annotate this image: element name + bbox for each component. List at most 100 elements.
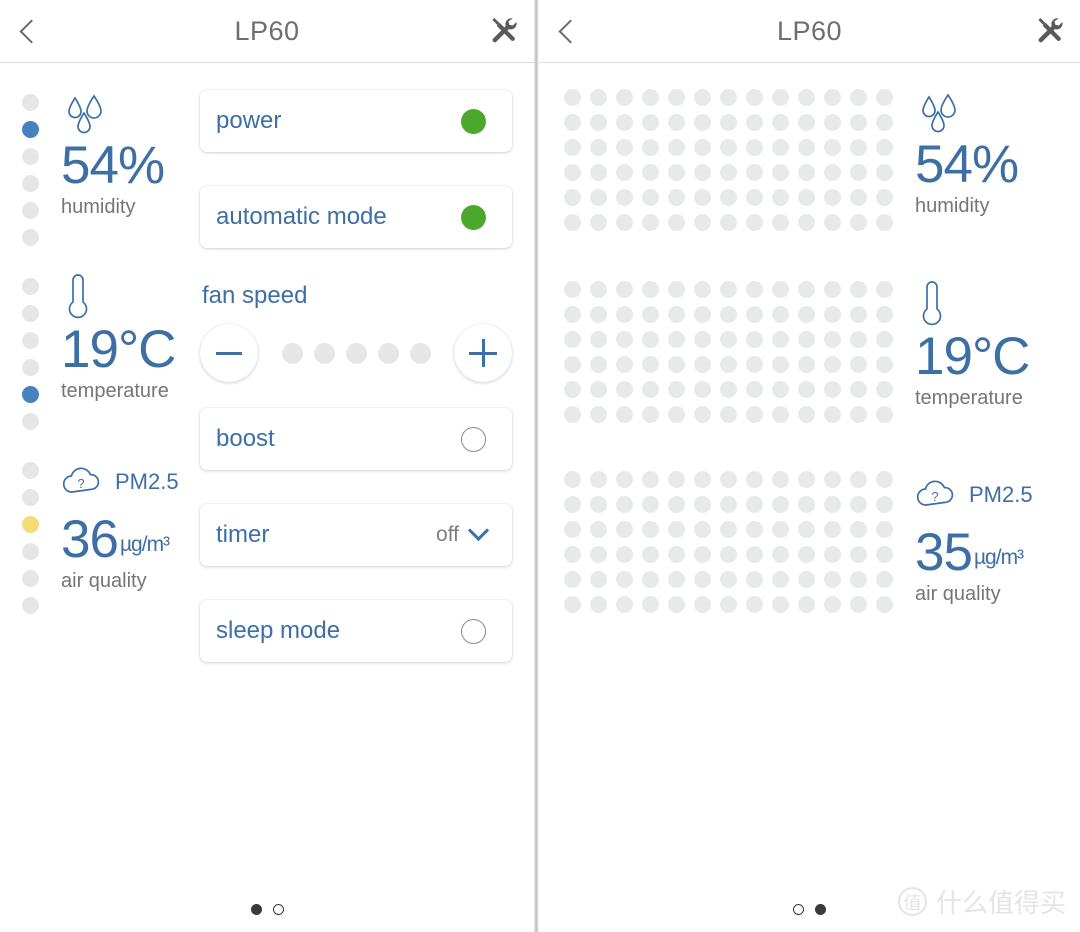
fan-speed-step[interactable] [377, 342, 399, 364]
fan-speed-step[interactable] [345, 342, 367, 364]
cloud-question-icon: ? [62, 467, 100, 493]
fan-speed-increase-button[interactable] [454, 324, 512, 382]
temperature-unit: °C [971, 327, 1030, 386]
history-dot [772, 521, 789, 538]
history-dot [668, 521, 685, 538]
power-card[interactable]: power [200, 90, 512, 152]
automatic-mode-card[interactable]: automatic mode [200, 186, 512, 248]
history-dot [876, 546, 893, 563]
scale-dot [22, 332, 39, 349]
history-dot [746, 281, 763, 298]
history-dot [876, 406, 893, 423]
history-dot [668, 89, 685, 106]
humidity-value-row: 54% [61, 138, 165, 194]
scale-dot [22, 305, 39, 322]
plus-icon [469, 339, 497, 367]
history-dot [720, 214, 737, 231]
history-dot [642, 189, 659, 206]
history-dot [876, 189, 893, 206]
fan-speed-step[interactable] [281, 342, 303, 364]
history-dot [850, 114, 867, 131]
temperature-value: 19 [915, 327, 973, 386]
timer-value-group[interactable]: off [436, 519, 490, 547]
history-dot [564, 406, 581, 423]
page-dot-2[interactable] [815, 904, 826, 915]
scale-dot-active [22, 121, 39, 138]
sleep-mode-card[interactable]: sleep mode [200, 600, 512, 662]
fan-speed-decrease-button[interactable] [200, 324, 258, 382]
automatic-mode-status-led[interactable] [461, 204, 486, 230]
history-dot [850, 356, 867, 373]
history-dot [694, 596, 711, 613]
page-dot-1[interactable] [793, 904, 804, 915]
history-dot [772, 356, 789, 373]
history-dot [876, 139, 893, 156]
chart-humidity: 54% humidity [564, 89, 1080, 231]
tools-button-right[interactable] [1018, 0, 1080, 62]
history-dot [720, 306, 737, 323]
history-dot [694, 521, 711, 538]
history-dot [824, 331, 841, 348]
history-dot [616, 189, 633, 206]
history-dot [772, 281, 789, 298]
page-2-content: 54% humidity 19 °C temperature ? PM2.5 3… [539, 63, 1080, 932]
history-dot [668, 471, 685, 488]
back-button[interactable] [0, 0, 62, 62]
header-left: LP60 [0, 0, 534, 63]
history-dot [798, 571, 815, 588]
history-dot [772, 331, 789, 348]
history-dot [850, 306, 867, 323]
scale-dot [22, 489, 39, 506]
history-dot [798, 471, 815, 488]
power-status-led[interactable] [461, 108, 486, 134]
air-quality-label: air quality [61, 569, 147, 592]
history-dot [590, 406, 607, 423]
page-indicator-left [0, 904, 534, 915]
history-dot [616, 381, 633, 398]
scale-dot [22, 175, 39, 192]
history-dot [720, 139, 737, 156]
app-screen: LP60 54 % humidity 19 °C temperature ? P… [0, 0, 1080, 932]
fan-speed-step[interactable] [409, 342, 431, 364]
history-dot [668, 356, 685, 373]
history-dot [590, 496, 607, 513]
humidity-icon-wrap [915, 89, 1080, 137]
thermometer-icon [68, 274, 88, 319]
history-dot [616, 281, 633, 298]
history-dot [720, 189, 737, 206]
history-dot [746, 139, 763, 156]
history-dot [798, 331, 815, 348]
history-dot [616, 471, 633, 488]
timer-card[interactable]: timer off [200, 504, 512, 566]
humidity-scale [22, 90, 39, 246]
water-drops-icon [68, 94, 102, 134]
history-dot [616, 406, 633, 423]
history-dot [590, 189, 607, 206]
history-dot [824, 114, 841, 131]
back-button-right[interactable] [539, 0, 601, 62]
sleep-mode-status-led[interactable] [461, 618, 486, 644]
scale-dot [22, 94, 39, 111]
history-dot [668, 139, 685, 156]
history-dot [616, 139, 633, 156]
page-dot-2[interactable] [272, 904, 284, 915]
air-quality-history-grid [564, 471, 893, 613]
scale-dot-active [22, 516, 39, 533]
temperature-readout: 19 °C temperature [915, 281, 1080, 410]
page-dot-1[interactable] [250, 904, 262, 915]
history-dot [720, 356, 737, 373]
boost-card[interactable]: boost [200, 408, 512, 470]
history-dot [590, 471, 607, 488]
fan-speed-step[interactable] [313, 342, 335, 364]
history-dot [876, 596, 893, 613]
history-dot [694, 189, 711, 206]
history-dot [798, 281, 815, 298]
air-quality-value-row: 35 µg/m³ [915, 525, 1080, 581]
history-dot [668, 571, 685, 588]
boost-status-led[interactable] [461, 426, 486, 452]
history-dot [616, 596, 633, 613]
history-dot [876, 89, 893, 106]
tools-button[interactable] [472, 0, 534, 62]
history-dot [590, 214, 607, 231]
automatic-mode-label: automatic mode [216, 203, 387, 230]
